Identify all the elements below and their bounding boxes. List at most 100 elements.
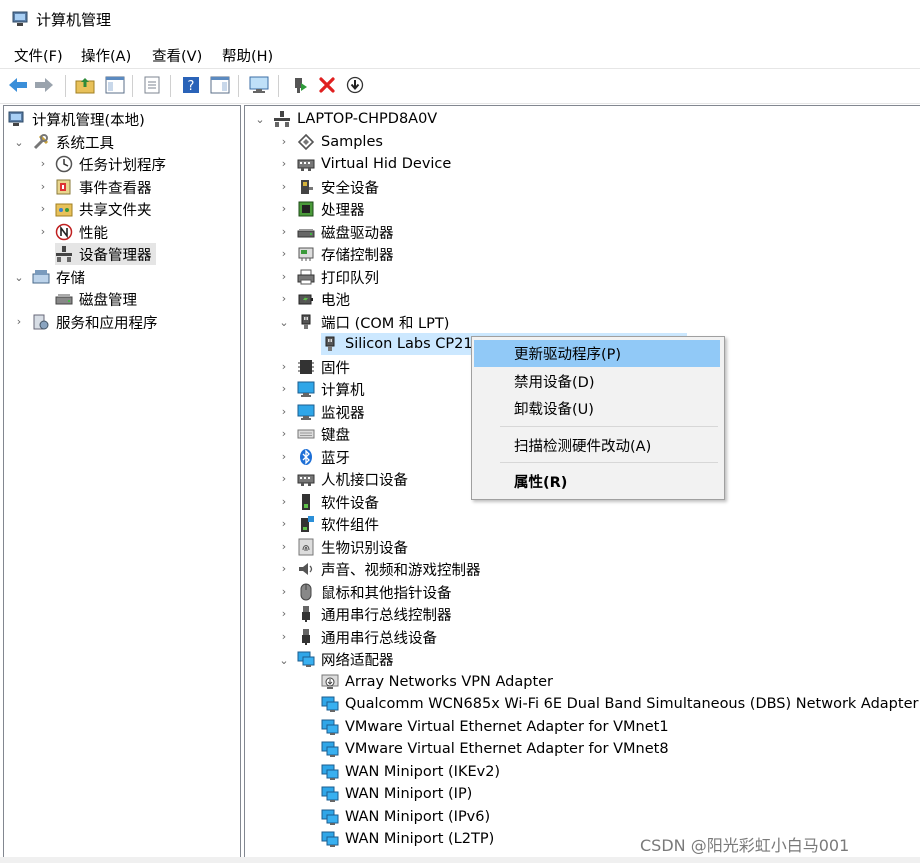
expanded-chevron-icon[interactable]: ⌄ <box>255 114 265 125</box>
device-category[interactable]: Virtual Hid Device <box>297 153 451 175</box>
expanded-chevron-icon[interactable]: ⌄ <box>14 137 24 148</box>
device-category[interactable]: 软件设备 <box>297 491 379 513</box>
menu-item-uninstall-device[interactable]: 卸载设备(U) <box>474 395 720 422</box>
network-adapter-item[interactable]: WAN Miniport (IPv6) <box>321 806 490 828</box>
forward-button[interactable] <box>33 74 55 96</box>
collapsed-chevron-icon[interactable]: › <box>279 428 289 439</box>
device-category[interactable]: 固件 <box>297 356 350 378</box>
scan-hardware-button[interactable] <box>248 74 270 96</box>
device-category[interactable]: 存储控制器 <box>297 243 394 265</box>
device-category[interactable]: 计算机 <box>297 378 365 400</box>
collapsed-chevron-icon[interactable]: › <box>38 158 48 169</box>
collapsed-chevron-icon[interactable]: › <box>279 361 289 372</box>
collapsed-chevron-icon[interactable]: › <box>279 136 289 147</box>
collapsed-chevron-icon[interactable]: › <box>38 203 48 214</box>
tree-item-shared-folders[interactable]: 共享文件夹 <box>55 198 152 220</box>
collapsed-chevron-icon[interactable]: › <box>279 586 289 597</box>
network-adapter-item[interactable]: VMware Virtual Ethernet Adapter for VMne… <box>321 738 669 760</box>
collapsed-chevron-icon[interactable]: › <box>279 608 289 619</box>
collapsed-chevron-icon[interactable]: › <box>279 226 289 237</box>
network-adapter-item[interactable]: Qualcomm WCN685x Wi-Fi 6E Dual Band Simu… <box>321 693 918 715</box>
export-list-button[interactable] <box>141 74 163 96</box>
device-category[interactable]: 生物识别设备 <box>297 536 408 558</box>
device-category-network[interactable]: 网络适配器 <box>297 648 394 670</box>
device-category[interactable]: 安全设备 <box>297 176 379 198</box>
network-adapter-item[interactable]: Array Networks VPN Adapter <box>321 671 553 693</box>
device-category[interactable]: 处理器 <box>297 198 365 220</box>
disk-drive-icon <box>297 229 315 238</box>
device-category[interactable]: 软件组件 <box>297 513 379 535</box>
collapsed-chevron-icon[interactable]: › <box>279 563 289 574</box>
device-category-label: Samples <box>321 134 383 150</box>
tree-item-event-viewer[interactable]: 事件查看器 <box>55 176 152 198</box>
network-adapter-item[interactable]: WAN Miniport (L2TP) <box>321 828 494 850</box>
menu-action[interactable]: 操作(A) <box>81 45 131 66</box>
collapsed-chevron-icon[interactable]: › <box>279 496 289 507</box>
network-adapter-item[interactable]: VMware Virtual Ethernet Adapter for VMne… <box>321 716 669 738</box>
show-hide-tree-button[interactable] <box>104 74 126 96</box>
network-adapter-item[interactable]: WAN Miniport (IKEv2) <box>321 761 500 783</box>
device-category[interactable]: 电池 <box>297 288 350 310</box>
collapsed-chevron-icon[interactable]: › <box>279 383 289 394</box>
tree-item-storage[interactable]: 存储 <box>32 266 85 288</box>
device-category-label: 存储控制器 <box>321 247 394 264</box>
device-category[interactable]: 蓝牙 <box>297 446 350 468</box>
device-category[interactable]: 键盘 <box>297 423 350 445</box>
device-category-ports[interactable]: 端口 (COM 和 LPT) <box>297 311 449 333</box>
menu-item-update-driver[interactable]: 更新驱动程序(P) <box>474 340 720 367</box>
tree-item-services-apps[interactable]: 服务和应用程序 <box>32 311 158 333</box>
menu-file[interactable]: 文件(F) <box>14 45 63 66</box>
expanded-chevron-icon[interactable]: ⌄ <box>279 655 289 666</box>
tree-item-system-tools[interactable]: 系统工具 <box>32 131 114 153</box>
device-category[interactable]: 打印队列 <box>297 266 379 288</box>
menu-item-scan-hardware[interactable]: 扫描检测硬件改动(A) <box>474 432 720 459</box>
menu-view[interactable]: 查看(V) <box>152 45 202 66</box>
device-category[interactable]: 人机接口设备 <box>297 468 408 490</box>
device-category[interactable]: 通用串行总线设备 <box>297 626 437 648</box>
device-category[interactable]: 声音、视频和游戏控制器 <box>297 558 481 580</box>
collapsed-chevron-icon[interactable]: › <box>279 158 289 169</box>
tree-computer-root[interactable]: LAPTOP-CHPD8A0V <box>273 108 437 130</box>
collapsed-chevron-icon[interactable]: › <box>279 631 289 642</box>
collapsed-chevron-icon[interactable]: › <box>279 406 289 417</box>
tree-item-label: 任务计划程序 <box>79 157 166 174</box>
action-pane-button[interactable] <box>209 74 231 96</box>
collapsed-chevron-icon[interactable]: › <box>38 226 48 237</box>
collapsed-chevron-icon[interactable]: › <box>279 451 289 462</box>
collapsed-chevron-icon[interactable]: › <box>279 203 289 214</box>
menu-help[interactable]: 帮助(H) <box>222 45 273 66</box>
collapsed-chevron-icon[interactable]: › <box>279 473 289 484</box>
menu-item-disable-device[interactable]: 禁用设备(D) <box>474 368 720 395</box>
menu-item-properties[interactable]: 属性(R) <box>474 468 720 495</box>
expanded-chevron-icon[interactable]: ⌄ <box>14 272 24 283</box>
tree-root[interactable]: 计算机管理(本地) <box>8 108 145 130</box>
device-category[interactable]: Samples <box>297 131 383 153</box>
tree-item-task-scheduler[interactable]: 任务计划程序 <box>55 153 166 175</box>
printer-icon <box>297 269 315 285</box>
up-level-button[interactable] <box>74 74 96 96</box>
tree-item-disk-management[interactable]: 磁盘管理 <box>55 288 137 310</box>
collapsed-chevron-icon[interactable]: › <box>279 293 289 304</box>
tree-item-label: 事件查看器 <box>79 180 152 197</box>
expanded-chevron-icon[interactable]: ⌄ <box>279 317 289 328</box>
back-button[interactable] <box>7 74 29 96</box>
collapsed-chevron-icon[interactable]: › <box>14 316 24 327</box>
tree-item-performance[interactable]: 性能 <box>55 221 108 243</box>
update-driver-button[interactable] <box>288 74 310 96</box>
network-adapter-item[interactable]: WAN Miniport (IP) <box>321 783 472 805</box>
collapsed-chevron-icon[interactable]: › <box>279 271 289 282</box>
device-category[interactable]: 通用串行总线控制器 <box>297 603 452 625</box>
collapsed-chevron-icon[interactable]: › <box>279 248 289 259</box>
uninstall-button[interactable] <box>316 74 338 96</box>
collapsed-chevron-icon[interactable]: › <box>38 181 48 192</box>
collapsed-chevron-icon[interactable]: › <box>279 518 289 529</box>
navigation-tree[interactable]: 计算机管理(本地) ⌄ 系统工具 › 任务计划程序 › 事件查看器 › 共享文件… <box>3 105 241 859</box>
device-category[interactable]: 鼠标和其他指针设备 <box>297 581 452 603</box>
device-category[interactable]: 磁盘驱动器 <box>297 221 394 243</box>
device-category[interactable]: 监视器 <box>297 401 365 423</box>
collapsed-chevron-icon[interactable]: › <box>279 181 289 192</box>
disable-device-button[interactable] <box>344 74 366 96</box>
help-button[interactable]: ? <box>180 74 202 96</box>
collapsed-chevron-icon[interactable]: › <box>279 541 289 552</box>
tree-item-device-manager[interactable]: 设备管理器 <box>55 243 156 265</box>
